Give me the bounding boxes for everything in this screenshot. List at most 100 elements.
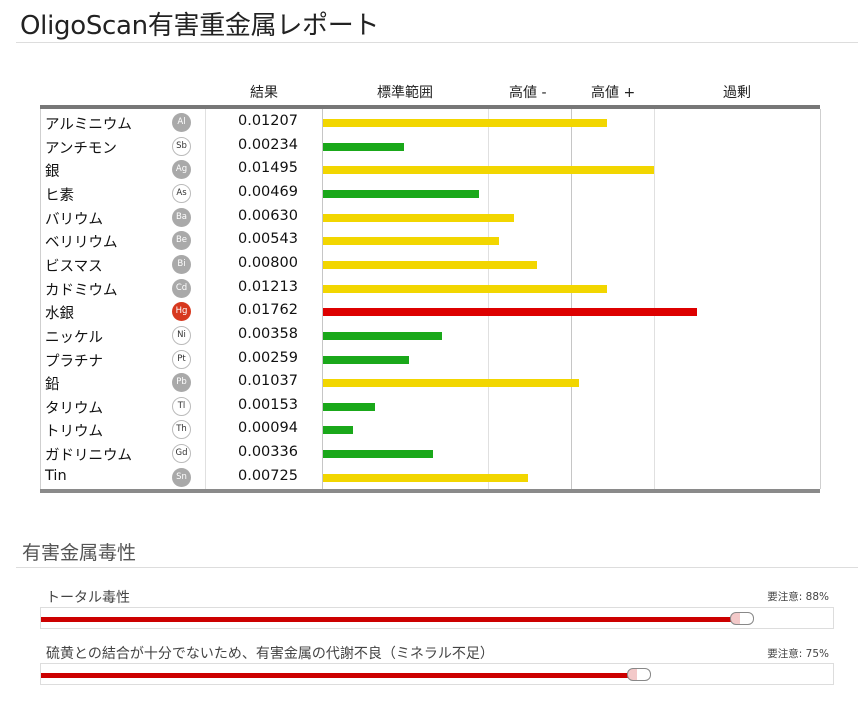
level-bar xyxy=(323,331,442,340)
page-title: OligoScan有害重金属レポート xyxy=(20,11,380,41)
result-value: 0.00234 xyxy=(238,136,298,153)
metal-name: プラチナ xyxy=(45,353,103,370)
table-row: トリウム Th 0.00094 xyxy=(41,418,819,441)
level-bar xyxy=(323,355,409,364)
result-value: 0.00259 xyxy=(238,349,298,366)
result-value: 0.01762 xyxy=(238,302,298,319)
element-symbol-badge: Hg xyxy=(172,302,191,322)
result-value: 0.00725 xyxy=(238,467,298,484)
metal-name: バリウム xyxy=(45,211,103,228)
element-symbol-badge: Ni xyxy=(172,325,191,345)
header-excess: 過剰 xyxy=(723,85,751,101)
level-bar xyxy=(323,166,654,175)
table-row: ビスマス Bi 0.00800 xyxy=(41,253,819,276)
header-result: 結果 xyxy=(250,85,278,101)
metal-name: 銀 xyxy=(45,164,60,181)
table-row: カドミウム Cd 0.01213 xyxy=(41,277,819,300)
toxicity-note-total: 要注意: 88% xyxy=(767,591,829,603)
toxicity-label-total: トータル毒性 xyxy=(46,590,130,606)
metal-name: 水銀 xyxy=(45,306,74,323)
element-symbol-badge: Tl xyxy=(172,396,191,416)
table-row: バリウム Ba 0.00630 xyxy=(41,206,819,229)
element-symbol-badge: Th xyxy=(172,420,191,440)
table-row: ニッケル Ni 0.00358 xyxy=(41,324,819,347)
level-bar xyxy=(323,213,514,222)
element-symbol-badge: Be xyxy=(172,231,191,251)
level-bar xyxy=(323,402,375,411)
metal-name: ベリリウム xyxy=(45,235,118,252)
table-bottom-border xyxy=(40,489,820,493)
toxicity-note-sulfur: 要注意: 75% xyxy=(767,648,829,660)
metal-name: ビスマス xyxy=(45,258,103,275)
metal-name: Tin xyxy=(45,467,67,484)
table-row: 銀 Ag 0.01495 xyxy=(41,158,819,181)
toxicity-section-title: 有害金属毒性 xyxy=(22,542,137,564)
element-symbol-badge: Pb xyxy=(172,373,191,393)
toxicity-label-sulfur: 硫黄との結合が十分でないため、有害金属の代謝不良（ミネラル不足） xyxy=(46,646,494,662)
table-row: ガドリニウム Gd 0.00336 xyxy=(41,442,819,465)
metal-name: タリウム xyxy=(45,400,103,417)
metal-name: アンチモン xyxy=(45,140,117,157)
toxicity-fill xyxy=(41,673,629,678)
element-symbol-badge: Sb xyxy=(172,136,191,156)
result-value: 0.01207 xyxy=(238,113,298,129)
level-bar xyxy=(323,426,353,435)
element-symbol-badge: Cd xyxy=(172,278,191,298)
level-bar xyxy=(323,119,607,127)
header-normal-range: 標準範囲 xyxy=(377,85,433,101)
section-divider xyxy=(16,567,858,568)
result-value: 0.00336 xyxy=(238,444,298,461)
element-symbol-badge: Sn xyxy=(172,467,191,487)
level-bar xyxy=(323,142,404,151)
level-bar xyxy=(323,473,528,482)
level-bar xyxy=(323,450,433,459)
toxicity-fill xyxy=(41,617,732,622)
level-bar xyxy=(323,379,579,388)
element-symbol-badge: Ba xyxy=(172,207,191,227)
result-value: 0.00630 xyxy=(238,207,298,224)
toxicity-marker xyxy=(627,668,651,681)
element-symbol-badge: Ag xyxy=(172,160,191,180)
header-high-minus: 高値 - xyxy=(509,85,547,101)
table-row: 鉛 Pb 0.01037 xyxy=(41,371,819,394)
element-symbol-badge: Al xyxy=(172,113,191,132)
result-value: 0.00469 xyxy=(238,183,298,200)
toxicity-meter-sulfur xyxy=(40,663,834,685)
element-symbol-badge: Bi xyxy=(172,254,191,274)
result-value: 0.00094 xyxy=(238,420,298,437)
table-row: Tin Sn 0.00725 xyxy=(41,466,819,489)
table-row: アンチモン Sb 0.00234 xyxy=(41,135,819,158)
result-value: 0.00358 xyxy=(238,325,298,342)
table-row: タリウム Tl 0.00153 xyxy=(41,395,819,418)
table-row: プラチナ Pt 0.00259 xyxy=(41,348,819,371)
metal-name: ニッケル xyxy=(45,329,103,346)
table-row: アルミニウム Al 0.01207 xyxy=(41,111,819,134)
level-bar xyxy=(323,237,499,246)
element-symbol-badge: Pt xyxy=(172,349,191,369)
level-bar xyxy=(323,260,537,269)
element-symbol-badge: As xyxy=(172,183,191,203)
element-symbol-badge: Gd xyxy=(172,444,191,464)
toxicity-meter-total xyxy=(40,607,834,629)
metal-name: ヒ素 xyxy=(45,187,74,204)
title-divider xyxy=(16,42,858,43)
table-row: ヒ素 As 0.00469 xyxy=(41,182,819,205)
header-high-plus: 高値 + xyxy=(591,85,636,101)
metal-name: トリウム xyxy=(45,424,103,441)
metal-name: 鉛 xyxy=(45,377,60,394)
level-bar xyxy=(323,308,697,317)
metal-name: アルミニウム xyxy=(45,117,132,133)
metal-name: カドミウム xyxy=(45,282,118,299)
result-value: 0.00800 xyxy=(238,254,298,271)
toxicity-marker xyxy=(730,612,754,625)
level-bar xyxy=(323,189,479,198)
table-row: ベリリウム Be 0.00543 xyxy=(41,229,819,252)
level-bar xyxy=(323,284,607,293)
table-row: 水銀 Hg 0.01762 xyxy=(41,300,819,323)
result-value: 0.01037 xyxy=(238,373,298,390)
result-value: 0.01495 xyxy=(238,160,298,177)
result-value: 0.00543 xyxy=(238,231,298,248)
metal-name: ガドリニウム xyxy=(45,448,132,465)
result-value: 0.01213 xyxy=(238,278,298,295)
result-value: 0.00153 xyxy=(238,396,298,413)
